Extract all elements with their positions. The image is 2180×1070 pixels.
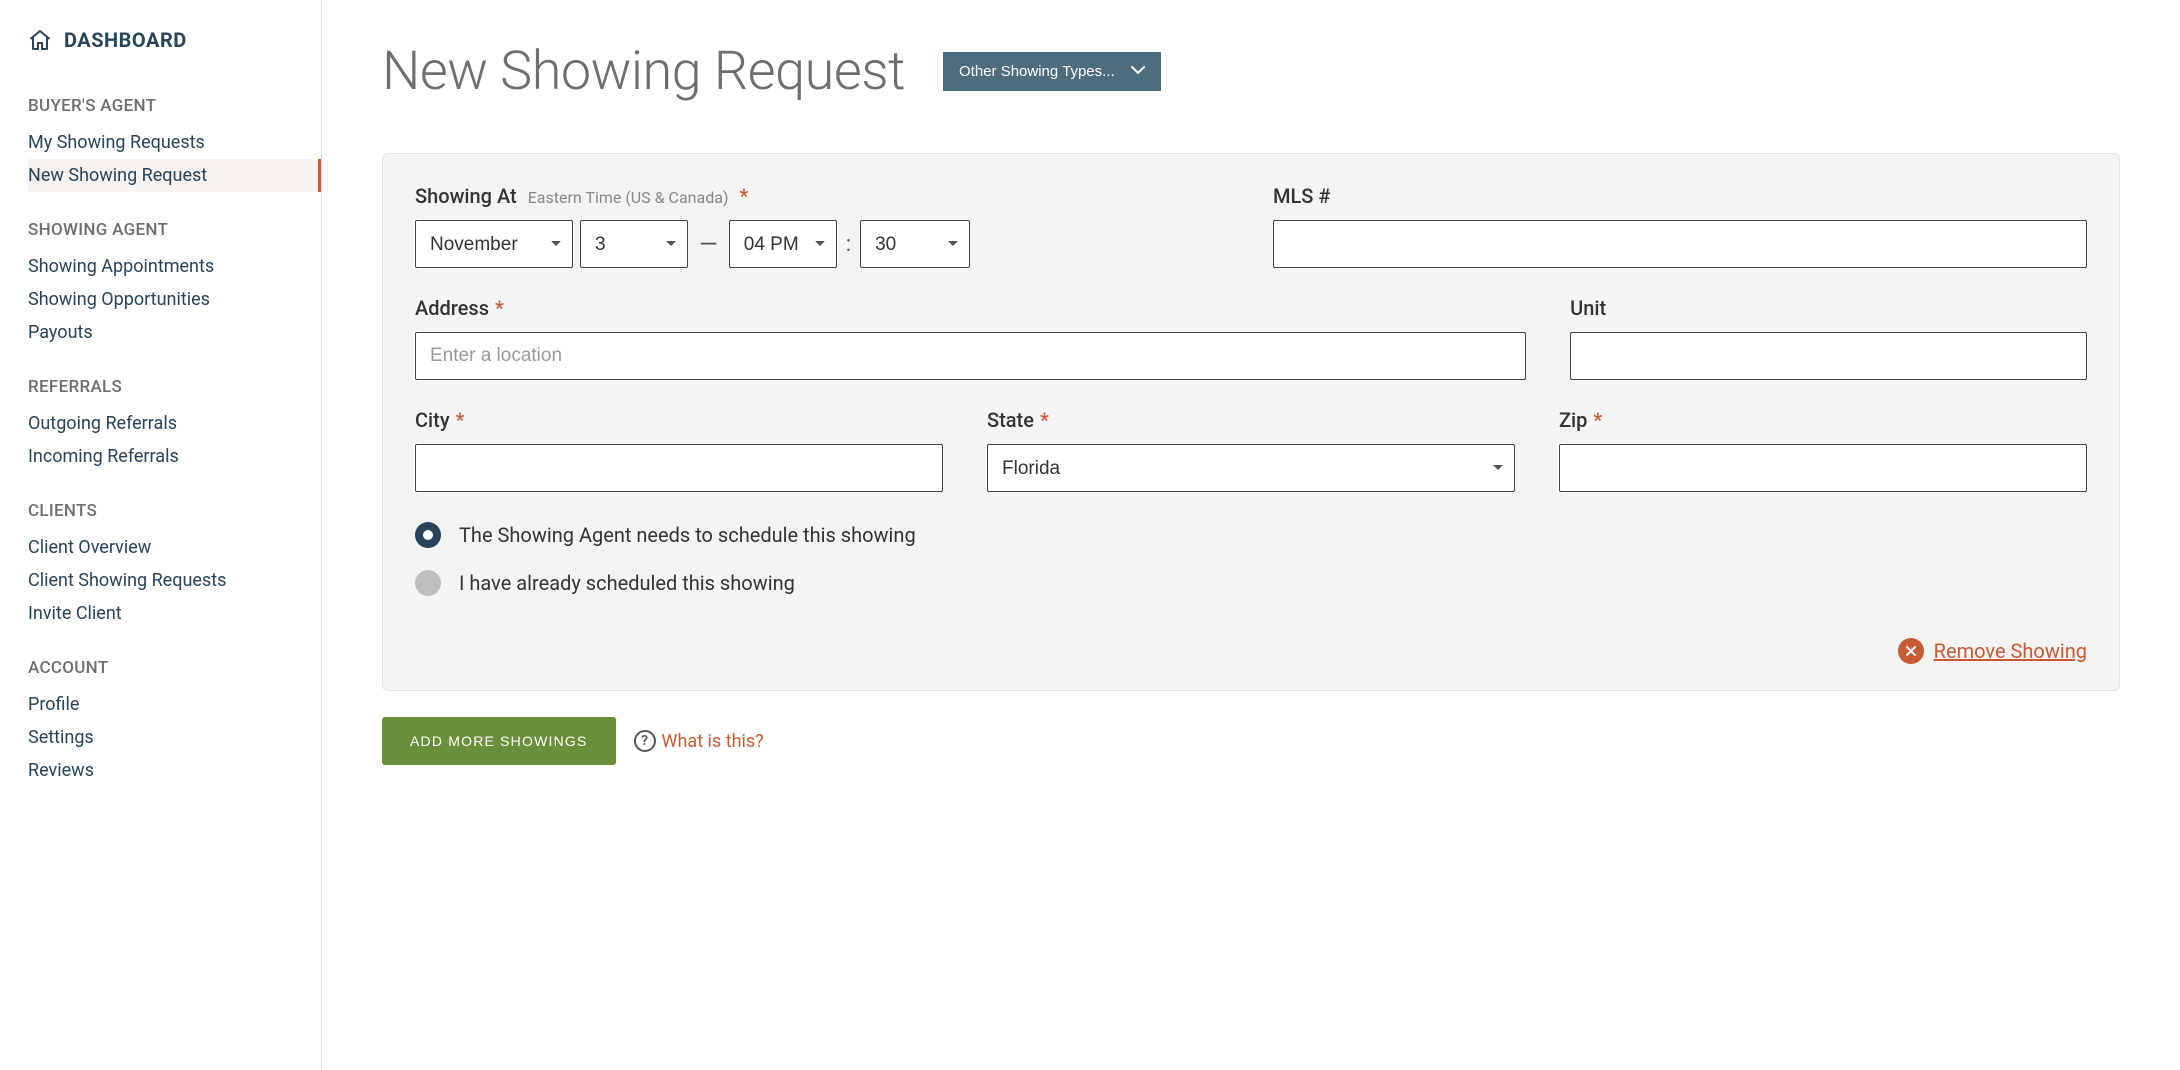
day-select[interactable]: 3 — [580, 220, 688, 268]
nav-profile[interactable]: Profile — [28, 688, 321, 721]
required-asterisk: * — [1593, 408, 1602, 432]
nav-settings[interactable]: Settings — [28, 721, 321, 754]
timezone-label: Eastern Time (US & Canada) — [528, 188, 729, 207]
dashboard-link[interactable]: DASHBOARD — [28, 28, 321, 52]
page-title: New Showing Request — [382, 40, 905, 103]
home-icon — [28, 28, 52, 52]
radio-needs-schedule[interactable]: The Showing Agent needs to schedule this… — [415, 522, 2087, 548]
nav-outgoing-referrals[interactable]: Outgoing Referrals — [28, 407, 321, 440]
hour-select[interactable]: 04 PM — [729, 220, 837, 268]
main-content: New Showing Request Other Showing Types.… — [322, 0, 2180, 1070]
radio-dot-icon — [415, 570, 441, 596]
nav-payouts[interactable]: Payouts — [28, 316, 321, 349]
required-asterisk: * — [1040, 408, 1049, 432]
dashboard-label: DASHBOARD — [64, 28, 187, 52]
unit-input[interactable] — [1570, 332, 2087, 380]
question-icon: ? — [634, 730, 656, 752]
remove-showing-label: Remove Showing — [1934, 639, 2087, 663]
nav-heading: SHOWING AGENT — [28, 220, 321, 240]
radio-already-scheduled[interactable]: I have already scheduled this showing — [415, 570, 2087, 596]
nav-new-showing-request[interactable]: New Showing Request — [28, 159, 321, 192]
nav-heading: CLIENTS — [28, 501, 321, 521]
address-input[interactable] — [415, 332, 1526, 380]
required-asterisk: * — [495, 296, 504, 320]
radio-dot-icon — [415, 522, 441, 548]
radio-label: The Showing Agent needs to schedule this… — [459, 523, 916, 547]
zip-label: Zip* — [1559, 408, 2087, 432]
nav-invite-client[interactable]: Invite Client — [28, 597, 321, 630]
nav-group-account: ACCOUNT Profile Settings Reviews — [28, 658, 321, 787]
nav-showing-opportunities[interactable]: Showing Opportunities — [28, 283, 321, 316]
nav-group-clients: CLIENTS Client Overview Client Showing R… — [28, 501, 321, 630]
other-showing-types-label: Other Showing Types... — [959, 63, 1115, 80]
zip-input[interactable] — [1559, 444, 2087, 492]
sidebar: DASHBOARD BUYER'S AGENT My Showing Reque… — [0, 0, 322, 1070]
what-is-this-label: What is this? — [662, 731, 764, 752]
month-select[interactable]: November — [415, 220, 573, 268]
address-label: Address* — [415, 296, 1526, 320]
mls-input[interactable] — [1273, 220, 2087, 268]
separator-colon: : — [844, 232, 853, 257]
minute-select[interactable]: 30 — [860, 220, 970, 268]
radio-label: I have already scheduled this showing — [459, 571, 795, 595]
what-is-this-link[interactable]: ? What is this? — [634, 730, 764, 752]
nav-client-showing-requests[interactable]: Client Showing Requests — [28, 564, 321, 597]
city-label: City* — [415, 408, 943, 432]
showing-at-label: Showing At Eastern Time (US & Canada) * — [415, 184, 1229, 208]
nav-my-showing-requests[interactable]: My Showing Requests — [28, 126, 321, 159]
remove-showing-link[interactable]: Remove Showing — [1898, 638, 2087, 664]
nav-group-referrals: REFERRALS Outgoing Referrals Incoming Re… — [28, 377, 321, 473]
nav-incoming-referrals[interactable]: Incoming Referrals — [28, 440, 321, 473]
nav-reviews[interactable]: Reviews — [28, 754, 321, 787]
nav-heading: ACCOUNT — [28, 658, 321, 678]
nav-group-buyers-agent: BUYER'S AGENT My Showing Requests New Sh… — [28, 96, 321, 192]
mls-label: MLS # — [1273, 184, 2087, 208]
close-icon — [1898, 638, 1924, 664]
nav-heading: BUYER'S AGENT — [28, 96, 321, 116]
add-more-showings-button[interactable]: ADD MORE SHOWINGS — [382, 717, 616, 765]
city-input[interactable] — [415, 444, 943, 492]
nav-client-overview[interactable]: Client Overview — [28, 531, 321, 564]
required-asterisk: * — [456, 408, 465, 432]
chevron-down-icon — [1131, 63, 1145, 80]
nav-group-showing-agent: SHOWING AGENT Showing Appointments Showi… — [28, 220, 321, 349]
showing-form-card: Showing At Eastern Time (US & Canada) * … — [382, 153, 2120, 691]
state-select[interactable]: Florida — [987, 444, 1515, 492]
required-asterisk: * — [740, 184, 749, 208]
separator-dash: — — [695, 230, 722, 258]
other-showing-types-dropdown[interactable]: Other Showing Types... — [943, 52, 1161, 91]
unit-label: Unit — [1570, 296, 2087, 320]
nav-heading: REFERRALS — [28, 377, 321, 397]
state-label: State* — [987, 408, 1515, 432]
nav-showing-appointments[interactable]: Showing Appointments — [28, 250, 321, 283]
